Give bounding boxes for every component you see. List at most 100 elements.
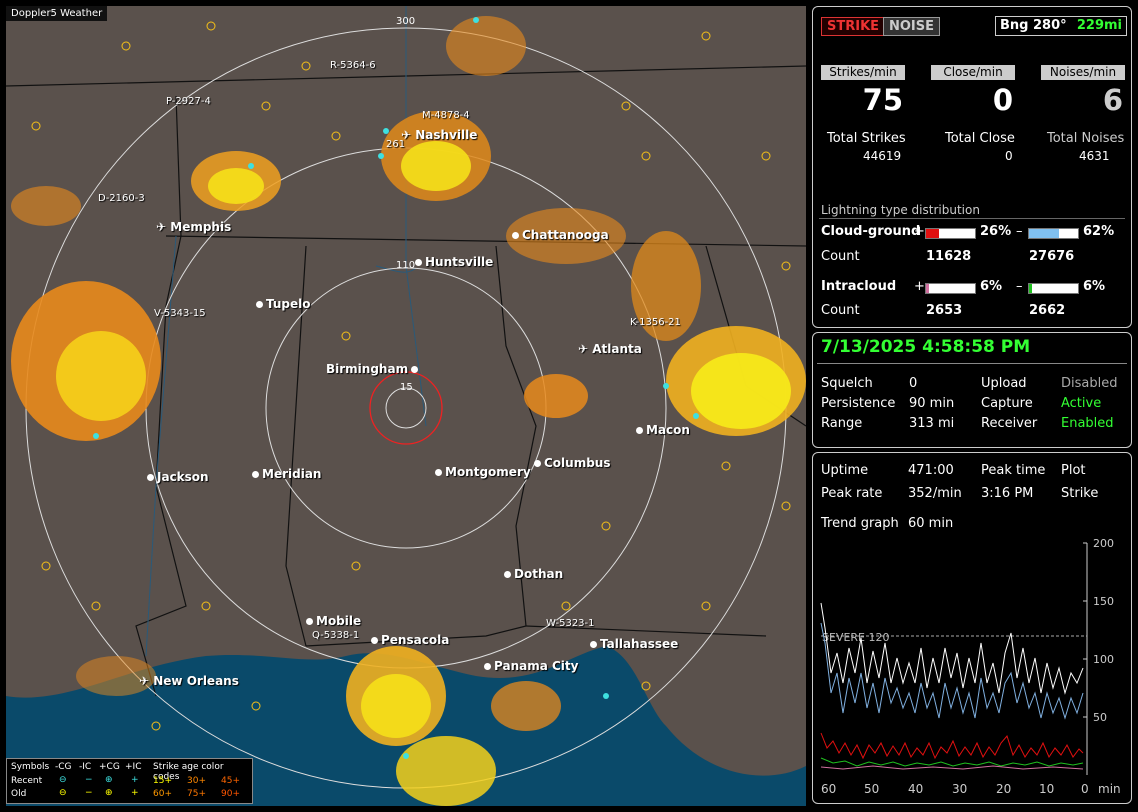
city-memphis: ✈ Memphis: [156, 220, 232, 234]
legend-recent: Recent: [11, 776, 43, 786]
ic-pos-count: 2653: [926, 303, 963, 318]
city-dot-icon: [256, 301, 263, 308]
ring-label: 300: [396, 16, 416, 27]
total-close: 0: [1005, 149, 1013, 163]
age-30: 30+: [187, 776, 206, 786]
peak-time-label: Peak time: [981, 463, 1046, 478]
city-chattanooga: Chattanooga: [512, 228, 609, 242]
map-title: Doppler5 Weather: [6, 6, 108, 21]
persistence-value: 90 min: [909, 396, 955, 411]
x-tick: 10: [1039, 782, 1054, 796]
receiver-value: Enabled: [1061, 416, 1114, 431]
city-macon: Macon: [636, 423, 690, 437]
divider: [817, 363, 1127, 364]
y-tick: 150: [1093, 595, 1114, 608]
city-dot-icon: [636, 427, 643, 434]
ic-minus: –: [1016, 279, 1023, 294]
storm-label: V-5343-15: [154, 308, 206, 319]
city-nashville: ✈ Nashville: [401, 128, 478, 142]
pos-cg-old-icon: ⊕: [105, 788, 113, 798]
distribution-title: Lightning type distribution: [821, 203, 980, 217]
neg-ic-old-icon: −: [85, 788, 93, 798]
cg-pos-count: 11628: [926, 249, 972, 264]
squelch-value: 0: [909, 376, 918, 391]
x-tick: 20: [996, 782, 1011, 796]
city-dot-icon: [371, 637, 378, 644]
neg-ic-recent-icon: −: [85, 775, 93, 785]
uptime-value: 471:00: [908, 463, 954, 478]
cg-count-label: Count: [821, 249, 860, 264]
persistence-label: Persistence: [821, 396, 896, 411]
plot-value[interactable]: Strike: [1061, 486, 1098, 501]
ic-neg-pct: 6%: [1083, 279, 1106, 294]
pos-ic-recent-icon: +: [131, 775, 139, 785]
squelch-label: Squelch: [821, 376, 873, 391]
upload-label: Upload: [981, 376, 1027, 391]
cg-label: Cloud-ground: [821, 224, 921, 239]
strikes-per-min: 75: [862, 83, 903, 117]
plot-label: Plot: [1061, 463, 1086, 478]
peak-time-value: 3:16 PM: [981, 486, 1034, 501]
y-tick: 100: [1093, 653, 1114, 666]
cg-plus: +: [914, 224, 925, 239]
storm-label: D-2160-3: [98, 193, 145, 204]
receiver-label: Receiver: [981, 416, 1038, 431]
city-dot-icon: [590, 641, 597, 648]
city-dot-icon: [504, 571, 511, 578]
lightning-map[interactable]: Doppler5 Weather 300 110 15 ✈ Nashville …: [6, 6, 806, 806]
strike-button[interactable]: STRIKE: [821, 17, 886, 36]
ic-label: Intracloud: [821, 279, 897, 294]
y-tick: 50: [1093, 711, 1107, 724]
age-90: 90+: [221, 789, 240, 799]
pos-ic-old-icon: +: [131, 788, 139, 798]
ring-label: 110: [396, 260, 416, 271]
legend-neg-ic: -IC: [79, 762, 92, 772]
legend-pos-ic: +IC: [125, 762, 142, 772]
total-close-label: Total Close: [945, 131, 1015, 146]
ic-neg-count: 2662: [1029, 303, 1066, 318]
storm-label: Q-5338-1: [312, 630, 360, 641]
cg-pos-fill: [926, 229, 939, 238]
storm-label: W-5323-1: [546, 618, 595, 629]
x-tick: 60: [821, 782, 836, 796]
map-canvas: [6, 6, 806, 806]
airport-icon: ✈: [578, 342, 589, 356]
bearing-display: Bng 280° 229mi: [995, 16, 1127, 36]
ic-neg-fill: [1029, 284, 1032, 293]
storm-label: 261: [386, 139, 406, 150]
city-atlanta: ✈ Atlanta: [578, 342, 642, 356]
x-tick: 0: [1081, 782, 1089, 796]
city-birmingham: Birmingham: [326, 362, 421, 376]
status-panel: STRIKE NOISE Bng 280° 229mi Strikes/min …: [812, 6, 1132, 328]
ic-pos-bar: [925, 283, 976, 294]
storm-label: R-5364-6: [330, 60, 376, 71]
total-strikes-label: Total Strikes: [827, 131, 906, 146]
storm-label: P-2927-4: [166, 96, 211, 107]
x-unit: min: [1098, 782, 1121, 796]
datetime: 7/13/2025 4:58:58 PM: [821, 337, 1031, 357]
symbol-legend: Symbols -CG -IC +CG +IC Strike age color…: [6, 758, 253, 804]
age-75: 75+: [187, 789, 206, 799]
legend-neg-cg: -CG: [55, 762, 72, 772]
trend-label: Trend graph: [821, 516, 899, 531]
storm-label: M-4878-4: [422, 110, 470, 121]
city-dot-icon: [484, 663, 491, 670]
trend-graph: SEVERE 120 200 150 100 50 60 50 40 30 20…: [820, 537, 1121, 796]
trend-panel: Uptime 471:00 Peak time Plot Peak rate 3…: [812, 452, 1132, 804]
range-value: 313 mi: [909, 416, 955, 431]
city-dot-icon: [147, 474, 154, 481]
y-tick: 200: [1093, 537, 1114, 550]
cg-neg-fill: [1029, 229, 1060, 238]
cg-neg-count: 27676: [1029, 249, 1075, 264]
trend-value: 60 min: [908, 516, 954, 531]
noise-button[interactable]: NOISE: [883, 17, 941, 36]
city-dot-icon: [512, 232, 519, 239]
cg-minus: –: [1016, 224, 1023, 239]
noises-per-min: 6: [1102, 83, 1123, 117]
city-dot-icon: [415, 259, 422, 266]
age-45: 45+: [221, 776, 240, 786]
legend-symbols-label: Symbols: [11, 762, 50, 772]
cg-neg-bar: [1028, 228, 1079, 239]
cg-neg-pct: 62%: [1083, 224, 1115, 239]
city-mobile: Mobile: [306, 614, 361, 628]
